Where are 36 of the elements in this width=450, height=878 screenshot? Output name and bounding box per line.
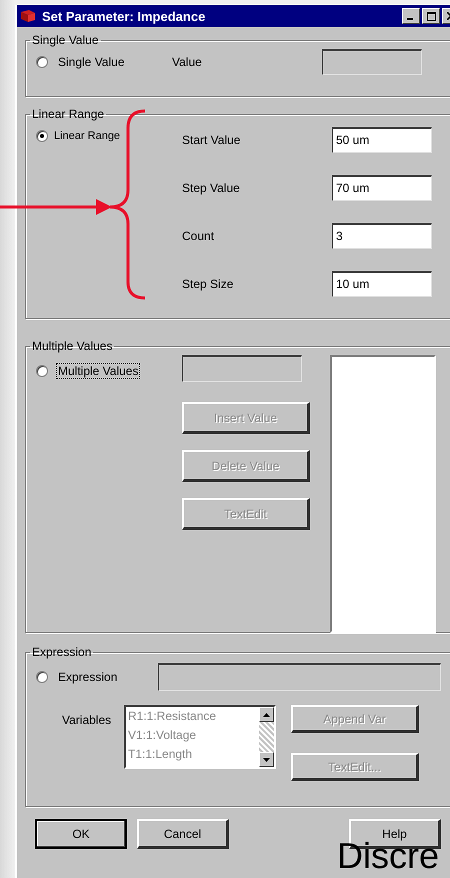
radio-label[interactable]: Single Value	[56, 54, 172, 70]
group-title: Linear Range	[31, 107, 106, 121]
group-title: Single Value	[31, 33, 100, 47]
field-label: Value	[172, 55, 203, 69]
window-title: Set Parameter: Impedance	[42, 8, 206, 24]
dialog-button[interactable]: Cancel	[137, 819, 229, 849]
app-icon	[20, 9, 36, 23]
scroll-up-icon[interactable]	[259, 707, 274, 722]
field-label: Variables	[61, 712, 112, 727]
input-field[interactable]: 10 um	[332, 271, 432, 297]
maximize-icon	[426, 12, 436, 20]
scrollbar[interactable]	[259, 707, 274, 767]
minimize-button[interactable]	[402, 8, 420, 24]
input-field[interactable]: 3	[332, 223, 432, 249]
field-label: Step Size	[182, 277, 234, 291]
field-label: Start Value	[182, 133, 242, 147]
group-title: Multiple Values	[31, 339, 114, 353]
radio-label[interactable]: Linear Range	[52, 129, 122, 143]
dialog-button[interactable]: OK	[35, 819, 127, 849]
expression-field[interactable]	[158, 663, 441, 691]
radio-button[interactable]	[36, 56, 48, 68]
radio-button[interactable]	[36, 671, 48, 683]
maximize-button[interactable]	[422, 8, 440, 24]
radio-button[interactable]	[36, 130, 48, 142]
values-list[interactable]	[330, 355, 436, 633]
field-label: Step Value	[182, 181, 241, 195]
scroll-down-icon[interactable]	[259, 752, 274, 767]
input-field[interactable]: 50 um	[332, 127, 432, 153]
radio-button[interactable]	[36, 365, 48, 377]
radio-label[interactable]: Expression	[56, 669, 158, 685]
group-title: Expression	[31, 645, 92, 659]
value-entry-field[interactable]	[182, 355, 302, 382]
field-label: Count	[182, 229, 216, 243]
radio-label[interactable]: Multiple Values	[56, 363, 140, 379]
value-field[interactable]	[322, 49, 422, 75]
input-field[interactable]: 70 um	[332, 175, 432, 201]
